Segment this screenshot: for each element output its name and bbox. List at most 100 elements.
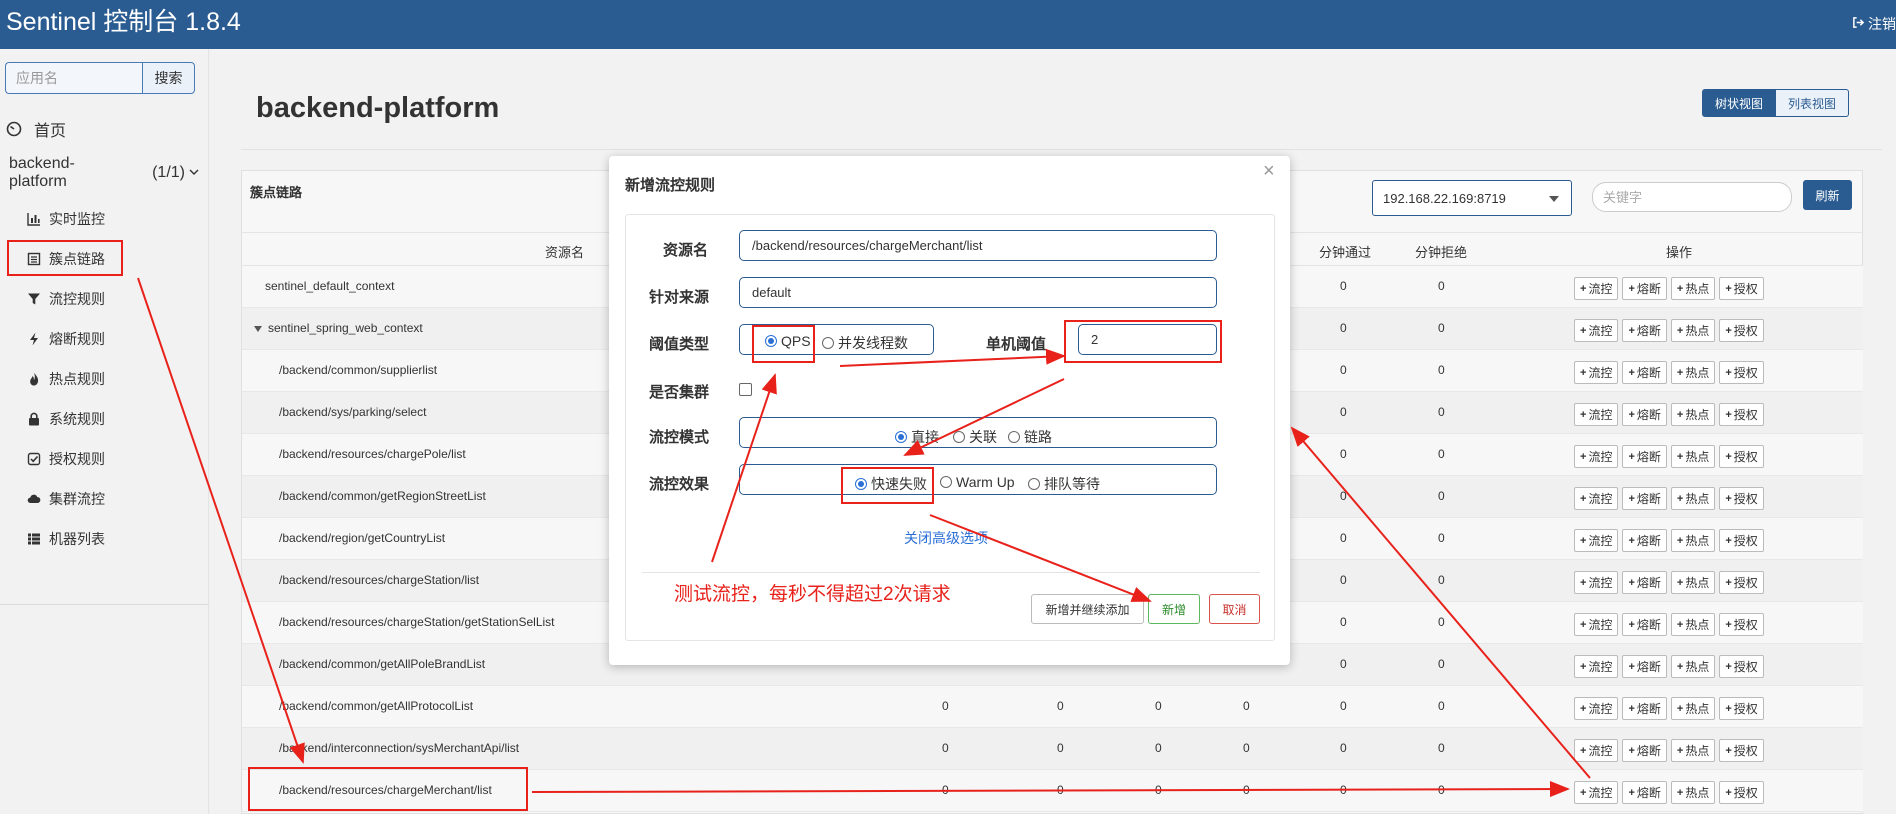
add-flow-rule-button[interactable]: + 流控 bbox=[1574, 529, 1619, 552]
sidebar-app-toggle[interactable]: backend-platform (1/1) bbox=[9, 155, 199, 190]
add-authority-rule-button[interactable]: + 授权 bbox=[1719, 277, 1764, 300]
machine-select[interactable]: 192.168.22.169:8719 bbox=[1372, 180, 1572, 216]
add-authority-rule-button[interactable]: + 授权 bbox=[1719, 445, 1764, 468]
add-flow-rule-button[interactable]: + 流控 bbox=[1574, 277, 1619, 300]
add-flow-rule-button[interactable]: + 流控 bbox=[1574, 487, 1619, 510]
sidebar-item-realtime-monitor[interactable]: 实时监控 bbox=[0, 199, 209, 239]
add-authority-rule-button[interactable]: + 授权 bbox=[1719, 781, 1764, 804]
add-authority-rule-button[interactable]: + 授权 bbox=[1719, 655, 1764, 678]
button-label: 热点 bbox=[1685, 576, 1710, 590]
sidebar-item-hotspot-rules[interactable]: 热点规则 bbox=[0, 359, 209, 399]
list-view-button[interactable]: 列表视图 bbox=[1776, 89, 1850, 117]
add-degrade-rule-button[interactable]: + 熔断 bbox=[1622, 361, 1667, 384]
add-hotspot-rule-button[interactable]: + 热点 bbox=[1670, 361, 1716, 384]
resource-name: /backend/interconnection/sysMerchantApi/… bbox=[279, 741, 519, 755]
add-authority-rule-button[interactable]: + 授权 bbox=[1719, 571, 1764, 594]
add-authority-rule-button[interactable]: + 授权 bbox=[1719, 529, 1764, 552]
plus-icon: + bbox=[1628, 660, 1635, 673]
add-authority-rule-button[interactable]: + 授权 bbox=[1719, 697, 1764, 720]
add-degrade-rule-button[interactable]: + 熔断 bbox=[1622, 319, 1667, 342]
flow-mode-relate-radio[interactable]: 关联 bbox=[953, 427, 997, 447]
add-degrade-rule-button[interactable]: + 熔断 bbox=[1622, 529, 1667, 552]
cluster-checkbox[interactable] bbox=[739, 383, 752, 396]
plus-icon: + bbox=[1676, 618, 1684, 631]
add-degrade-rule-button[interactable]: + 熔断 bbox=[1622, 697, 1667, 720]
add-hotspot-rule-button[interactable]: + 热点 bbox=[1670, 781, 1716, 804]
add-and-continue-button[interactable]: 新增并继续添加 bbox=[1031, 594, 1144, 624]
add-flow-rule-button[interactable]: + 流控 bbox=[1574, 571, 1619, 594]
sidebar-item-cluster-flow[interactable]: 集群流控 bbox=[0, 479, 209, 519]
sidebar-item-system-rules[interactable]: 系统规则 bbox=[0, 399, 209, 439]
resource-name-input[interactable] bbox=[739, 230, 1217, 261]
refresh-button[interactable]: 刷新 bbox=[1803, 180, 1852, 210]
add-flow-rule-button[interactable]: + 流控 bbox=[1574, 361, 1619, 384]
add-hotspot-rule-button[interactable]: + 热点 bbox=[1670, 739, 1716, 762]
keyword-input[interactable] bbox=[1592, 182, 1792, 212]
app-search-button[interactable]: 搜索 bbox=[142, 62, 195, 94]
add-authority-rule-button[interactable]: + 授权 bbox=[1719, 319, 1764, 342]
add-degrade-rule-button[interactable]: + 熔断 bbox=[1622, 487, 1667, 510]
sidebar-item-flow-rules[interactable]: 流控规则 bbox=[0, 279, 209, 319]
add-degrade-rule-button[interactable]: + 熔断 bbox=[1622, 571, 1667, 594]
metric-v3: 0 bbox=[1155, 783, 1162, 797]
add-hotspot-rule-button[interactable]: + 热点 bbox=[1670, 403, 1716, 426]
close-icon[interactable]: × bbox=[1263, 160, 1275, 183]
add-flow-rule-button[interactable]: + 流控 bbox=[1574, 781, 1619, 804]
add-flow-rule-button[interactable]: + 流控 bbox=[1574, 319, 1619, 342]
add-hotspot-rule-button[interactable]: + 热点 bbox=[1670, 697, 1716, 720]
add-hotspot-rule-button[interactable]: + 热点 bbox=[1670, 277, 1716, 300]
cancel-button[interactable]: 取消 bbox=[1209, 594, 1260, 624]
sidebar-item-home[interactable]: 首页 bbox=[6, 119, 66, 140]
add-hotspot-rule-button[interactable]: + 热点 bbox=[1670, 487, 1716, 510]
add-hotspot-rule-button[interactable]: + 热点 bbox=[1670, 445, 1716, 468]
plus-icon: + bbox=[1676, 576, 1684, 589]
threshold-type-thread-radio[interactable]: 并发线程数 bbox=[822, 333, 908, 353]
plus-icon: + bbox=[1628, 282, 1635, 295]
add-degrade-rule-button[interactable]: + 熔断 bbox=[1622, 277, 1667, 300]
add-flow-rule-button[interactable]: + 流控 bbox=[1574, 445, 1619, 468]
add-flow-rule-button[interactable]: + 流控 bbox=[1574, 655, 1619, 678]
column-header-block-min: 分钟拒绝 bbox=[1415, 245, 1468, 260]
add-button[interactable]: 新增 bbox=[1148, 594, 1200, 624]
add-flow-rule-button[interactable]: + 流控 bbox=[1574, 697, 1619, 720]
close-advanced-options-link[interactable]: 关闭高级选项 bbox=[904, 528, 988, 548]
add-hotspot-rule-button[interactable]: + 热点 bbox=[1670, 613, 1716, 636]
add-authority-rule-button[interactable]: + 授权 bbox=[1719, 739, 1764, 762]
add-degrade-rule-button[interactable]: + 熔断 bbox=[1622, 445, 1667, 468]
flow-mode-direct-radio[interactable]: 直接 bbox=[895, 427, 939, 447]
logout-link[interactable]: 注销 bbox=[1852, 14, 1896, 34]
add-flow-rule-button[interactable]: + 流控 bbox=[1574, 739, 1619, 762]
add-hotspot-rule-button[interactable]: + 热点 bbox=[1670, 571, 1716, 594]
button-label: 熔断 bbox=[1636, 492, 1661, 506]
resource-label: 资源名 bbox=[663, 242, 709, 259]
add-degrade-rule-button[interactable]: + 熔断 bbox=[1622, 403, 1667, 426]
tree-view-button[interactable]: 树状视图 bbox=[1702, 89, 1777, 117]
add-authority-rule-button[interactable]: + 授权 bbox=[1719, 487, 1764, 510]
add-flow-rule-button[interactable]: + 流控 bbox=[1574, 613, 1619, 636]
add-authority-rule-button[interactable]: + 授权 bbox=[1719, 361, 1764, 384]
flow-mode-chain-radio[interactable]: 链路 bbox=[1008, 427, 1052, 447]
single-threshold-label: 单机阈值 bbox=[986, 336, 1047, 353]
add-flow-rule-button[interactable]: + 流控 bbox=[1574, 403, 1619, 426]
add-hotspot-rule-button[interactable]: + 热点 bbox=[1670, 529, 1716, 552]
resource-name: /backend/common/getRegionStreetList bbox=[279, 489, 486, 503]
origin-input[interactable] bbox=[739, 277, 1217, 308]
sidebar-item-authority-rules[interactable]: 授权规则 bbox=[0, 439, 209, 479]
app-search-input[interactable] bbox=[5, 62, 142, 94]
add-degrade-rule-button[interactable]: + 熔断 bbox=[1622, 655, 1667, 678]
add-degrade-rule-button[interactable]: + 熔断 bbox=[1622, 781, 1667, 804]
add-authority-rule-button[interactable]: + 授权 bbox=[1719, 613, 1764, 636]
add-degrade-rule-button[interactable]: + 熔断 bbox=[1622, 739, 1667, 762]
plus-icon: + bbox=[1725, 576, 1732, 589]
resource-name-text: /backend/common/getAllPoleBrandList bbox=[279, 657, 486, 671]
expand-triangle-icon[interactable] bbox=[254, 325, 262, 332]
add-hotspot-rule-button[interactable]: + 热点 bbox=[1670, 319, 1716, 342]
flow-effect-queue-radio[interactable]: 排队等待 bbox=[1028, 474, 1100, 494]
add-degrade-rule-button[interactable]: + 熔断 bbox=[1622, 613, 1667, 636]
button-label: 授权 bbox=[1733, 450, 1758, 464]
sidebar-item-degrade-rules[interactable]: 熔断规则 bbox=[0, 319, 209, 359]
add-authority-rule-button[interactable]: + 授权 bbox=[1719, 403, 1764, 426]
flow-effect-warmup-radio[interactable]: Warm Up bbox=[940, 474, 1015, 490]
sidebar-item-machine-list[interactable]: 机器列表 bbox=[0, 519, 209, 559]
add-hotspot-rule-button[interactable]: + 热点 bbox=[1670, 655, 1716, 678]
